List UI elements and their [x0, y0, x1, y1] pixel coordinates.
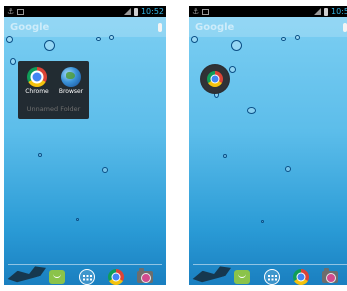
water-drop	[191, 36, 198, 43]
water-drop	[261, 220, 264, 223]
folder-app-chrome[interactable]: Chrome	[22, 67, 52, 96]
dock-divider	[193, 264, 347, 265]
messaging-icon	[49, 270, 65, 284]
all-apps-button[interactable]	[264, 269, 280, 285]
all-apps-icon	[264, 269, 280, 285]
camera-icon	[322, 268, 338, 283]
folder-icon-collapsed[interactable]	[200, 64, 230, 94]
signal-icon	[314, 8, 322, 15]
usb-icon: ⚓	[7, 6, 15, 16]
water-drop	[295, 35, 300, 40]
dock-chrome[interactable]	[293, 269, 309, 285]
battery-icon	[133, 7, 138, 16]
status-bar: ⚓ 10:5	[189, 6, 347, 17]
folder-name-field[interactable]: Unnamed Folder	[18, 105, 89, 113]
google-search-bar[interactable]: Google	[189, 17, 347, 37]
phone-screen-left: ⚓ 10:52 Google Chrome Browser Unnamed Fo…	[4, 6, 166, 285]
water-drop	[109, 35, 114, 40]
google-search-label: Google	[195, 21, 235, 33]
messaging-app[interactable]	[49, 269, 65, 285]
chrome-icon	[293, 269, 309, 285]
status-bar: ⚓ 10:52	[4, 6, 166, 17]
mic-icon[interactable]	[343, 22, 347, 32]
clock: 10:5	[331, 7, 347, 16]
dock	[4, 268, 166, 285]
chrome-icon	[108, 269, 124, 285]
app-label: Browser	[58, 88, 84, 95]
mic-icon[interactable]	[158, 22, 162, 32]
clock: 10:52	[140, 7, 164, 16]
usb-icon: ⚓	[192, 6, 200, 16]
dock-chrome[interactable]	[108, 269, 124, 285]
all-apps-icon	[79, 269, 95, 285]
water-drop	[102, 167, 108, 173]
picture-icon	[202, 8, 210, 15]
chrome-icon	[27, 67, 47, 87]
water-drop	[6, 36, 13, 43]
dock	[189, 268, 347, 285]
browser-globe-icon	[61, 67, 81, 87]
water-drop	[281, 37, 286, 41]
water-drop	[76, 218, 79, 221]
water-drop	[38, 153, 42, 157]
all-apps-button[interactable]	[79, 269, 95, 285]
water-drop	[96, 37, 101, 41]
water-drop	[44, 40, 55, 51]
chrome-icon	[207, 71, 223, 87]
camera-app[interactable]	[322, 268, 338, 285]
messaging-icon	[234, 270, 250, 284]
picture-icon	[17, 8, 25, 15]
dock-divider	[8, 264, 162, 265]
messaging-app[interactable]	[234, 269, 250, 285]
google-search-label: Google	[10, 21, 50, 33]
water-drop	[10, 58, 16, 65]
water-drop	[229, 66, 236, 73]
signal-icon	[123, 8, 131, 15]
camera-icon	[137, 268, 153, 283]
water-drop	[223, 154, 227, 158]
camera-app[interactable]	[137, 268, 153, 285]
water-drop	[285, 166, 291, 172]
battery-icon	[324, 7, 329, 16]
phone-screen-right: ⚓ 10:5 Google	[189, 6, 347, 285]
google-search-bar[interactable]: Google	[4, 17, 166, 37]
folder-app-browser[interactable]: Browser	[56, 67, 86, 96]
water-drop	[247, 107, 256, 114]
water-drop	[231, 40, 242, 51]
folder-popup: Chrome Browser Unnamed Folder	[18, 61, 89, 119]
app-label: Chrome	[25, 88, 49, 95]
